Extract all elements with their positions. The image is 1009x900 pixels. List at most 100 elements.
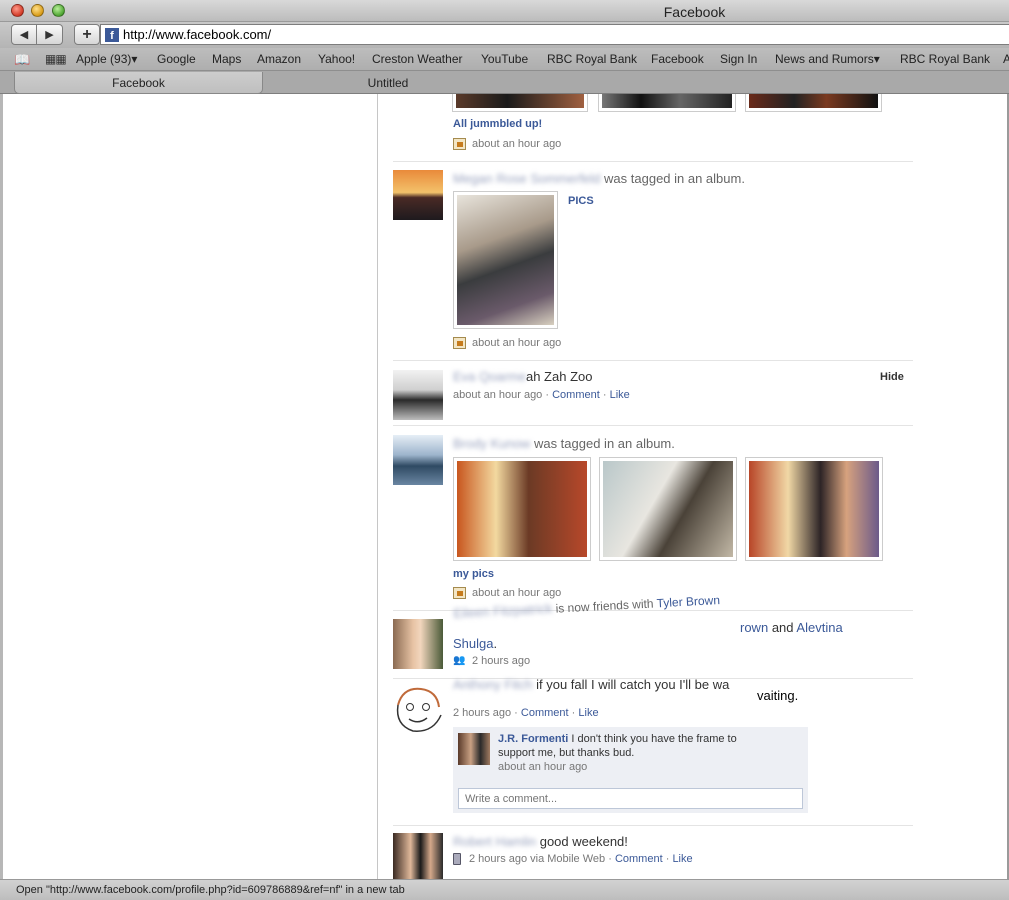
bookmark-google[interactable]: Google	[157, 52, 196, 66]
plus-icon: +	[82, 25, 92, 43]
tab-facebook[interactable]: Facebook	[14, 72, 263, 94]
forward-button[interactable]: ▶	[37, 24, 63, 45]
open-book-icon[interactable]: 📖	[14, 52, 30, 68]
photo-image	[456, 94, 584, 108]
photo-album-icon	[453, 138, 466, 150]
album-title-link[interactable]: All jummbled up!	[453, 118, 542, 130]
bookmark-rbc[interactable]: RBC Royal Bank	[547, 52, 637, 66]
timestamp[interactable]: 2 hours ago via Mobile Web	[469, 853, 605, 865]
page-content: All jummbled up! about an hour ago Megan…	[0, 94, 1009, 879]
address-bar[interactable]: f http://www.facebook.com/	[100, 24, 1009, 45]
album-photo[interactable]	[745, 94, 882, 112]
bookmark-amazon[interactable]: Amazon	[257, 52, 301, 66]
url-text[interactable]: http://www.facebook.com/	[123, 27, 271, 42]
bookmark-sign-in[interactable]: Sign In	[720, 52, 757, 66]
bookmark-yahoo[interactable]: Yahoo!	[318, 52, 355, 66]
comment-text: I don't think you have the frame to	[571, 733, 737, 745]
write-comment-input[interactable]	[458, 788, 803, 809]
story-headline: Brody Kunow was tagged in an album.	[453, 436, 675, 451]
hide-button[interactable]: Hide	[880, 371, 904, 383]
album-photo[interactable]	[598, 94, 736, 112]
comment-avatar[interactable]	[458, 733, 490, 765]
period-text: .	[493, 636, 498, 651]
friend-link-tail[interactable]: rown	[740, 620, 768, 635]
story-meta: 👥 2 hours ago	[453, 655, 530, 667]
window-left-edge	[0, 94, 3, 879]
actor-name-link[interactable]: Brody Kunow	[453, 436, 530, 451]
comment-timestamp: about an hour ago	[498, 761, 588, 773]
grid-icon[interactable]: ▦▦	[45, 52, 67, 66]
album-title-link[interactable]: my pics	[453, 568, 494, 580]
actor-name-link[interactable]: Eva Qoarme	[453, 369, 526, 384]
timestamp[interactable]: 2 hours ago	[453, 707, 511, 719]
bookmark-creston-weather[interactable]: Creston Weather	[372, 52, 463, 66]
avatar[interactable]	[393, 833, 443, 879]
story-headline-line2: Shulga.	[453, 636, 497, 651]
bookmark-overflow[interactable]: A	[1003, 52, 1009, 66]
status-text-tail: vaiting.	[757, 688, 799, 703]
friends-icon: 👥	[453, 655, 466, 666]
add-bookmark-button[interactable]: +	[74, 24, 100, 45]
friend-link-alevtina[interactable]: Alevtina	[796, 620, 842, 635]
timestamp[interactable]: about an hour ago	[472, 337, 561, 349]
forward-arrow-icon: ▶	[45, 29, 54, 41]
bookmark-facebook[interactable]: Facebook	[651, 52, 704, 66]
story-action-text: was tagged in an album.	[604, 171, 745, 186]
story-headline: Megan Rose Sommerfeld was tagged in an a…	[453, 171, 745, 186]
story-meta: about an hour ago	[453, 138, 561, 150]
friend-link-tyler[interactable]: Tyler Brown	[656, 593, 720, 610]
avatar[interactable]	[393, 619, 443, 669]
avatar[interactable]	[393, 435, 443, 485]
comment: J.R. Formenti I don't think you have the…	[498, 732, 737, 774]
photo-image	[457, 195, 554, 325]
story-meta: 2 hours ago via Mobile Web · Comment · L…	[453, 853, 693, 865]
comment-link[interactable]: Comment	[521, 707, 569, 719]
like-link[interactable]: Like	[578, 707, 598, 719]
photo-image	[603, 461, 733, 557]
status-text: if you fall I will catch you I'll be wa	[536, 677, 730, 692]
separator-dot: ·	[602, 389, 607, 401]
tab-label: Facebook	[112, 75, 165, 90]
album-photo[interactable]	[453, 457, 591, 561]
status-text: good weekend!	[539, 834, 628, 849]
tab-label: Untitled	[367, 76, 409, 90]
tab-untitled[interactable]: Untitled	[264, 72, 512, 94]
album-photo[interactable]	[745, 457, 883, 561]
story-headline-tail: rown and Alevtina	[740, 620, 843, 635]
avatar[interactable]	[393, 170, 443, 220]
bookmark-youtube[interactable]: YouTube	[481, 52, 528, 66]
friend-link-shulga[interactable]: Shulga	[453, 636, 493, 651]
comment-link[interactable]: Comment	[615, 853, 663, 865]
story-meta: about an hour ago	[453, 337, 561, 349]
comment-author-link[interactable]: J.R. Formenti	[498, 733, 568, 745]
timestamp[interactable]: 2 hours ago	[472, 655, 530, 667]
timestamp[interactable]: about an hour ago	[472, 587, 561, 599]
like-link[interactable]: Like	[610, 389, 630, 401]
back-button[interactable]: ◀	[11, 24, 37, 45]
timestamp[interactable]: about an hour ago	[472, 138, 561, 150]
actor-name-link[interactable]: Robert Hamlin	[453, 834, 536, 849]
separator-dot: ·	[665, 853, 670, 865]
album-title-link[interactable]: PICS	[568, 195, 594, 207]
timestamp[interactable]: about an hour ago	[453, 389, 542, 401]
avatar[interactable]	[393, 370, 443, 420]
separator-dot: ·	[514, 707, 518, 719]
comment-link[interactable]: Comment	[552, 389, 600, 401]
bookmark-apple[interactable]: Apple (93)▾	[76, 52, 137, 66]
column-divider	[377, 94, 378, 879]
bookmark-rbc-2[interactable]: RBC Royal Bank	[900, 52, 990, 66]
actor-name-link[interactable]: Eileen Fitzpatrick	[453, 601, 553, 621]
story-headline: Eva Qoarmeah Zah Zoo	[453, 369, 592, 384]
album-photo[interactable]	[452, 94, 588, 112]
bookmark-maps[interactable]: Maps	[212, 52, 241, 66]
bookmark-news-rumors[interactable]: News and Rumors▾	[775, 52, 880, 66]
actor-name-link[interactable]: Megan Rose Sommerfeld	[453, 171, 600, 186]
separator-dot: ·	[571, 707, 576, 719]
like-link[interactable]: Like	[672, 853, 692, 865]
avatar[interactable]	[393, 685, 443, 735]
tab-bar: Facebook Untitled	[0, 70, 1009, 94]
album-photo[interactable]	[453, 191, 558, 329]
actor-name-link[interactable]: Anthony Fitch	[453, 677, 533, 692]
album-photo[interactable]	[599, 457, 737, 561]
back-arrow-icon: ◀	[19, 29, 29, 41]
